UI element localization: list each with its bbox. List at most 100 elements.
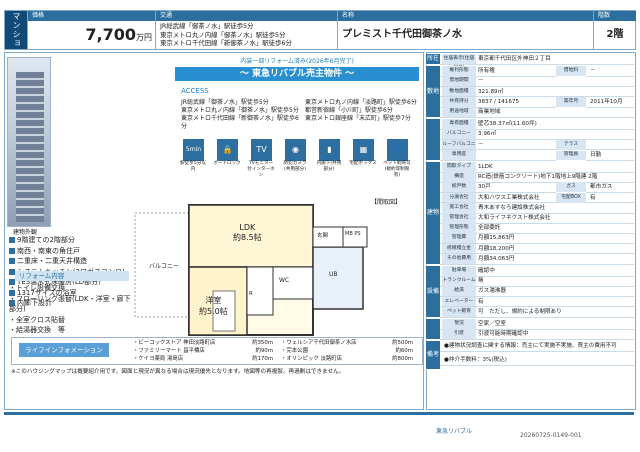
icon-walk: 5min 駅徒歩5分以内 xyxy=(180,139,207,173)
reform-item: ・全室クロス貼替 xyxy=(9,315,65,324)
detail-value: 1LDK xyxy=(478,164,493,170)
price-unit: 万円 xyxy=(136,33,152,42)
detail-extra-value: 都市ガス xyxy=(590,184,613,191)
detail-value: 引渡可能時期確認中 xyxy=(478,331,529,338)
detail-value: 確認中 xyxy=(478,268,495,274)
detail-group-label xyxy=(426,119,440,161)
transport-line: JR総武線「御茶ノ水」駅徒歩5分 xyxy=(160,22,254,30)
reform-title: リフォーム内容 xyxy=(15,271,129,281)
delivery-box-icon: ▦ xyxy=(353,139,374,161)
detail-value: 321.89㎡ xyxy=(478,88,504,95)
access-item: 都営新宿線「小川町」駅徒歩6分 xyxy=(305,107,393,114)
reform-list: ・トイレ設備交換 ・フローリング張替(LDK・洋室・廊下部分) ・全室クロス貼替… xyxy=(9,283,133,336)
summary-panel: 建物外観 内装一部リフォーム済み(2026年6月完了) ～ 東急リバブル売主物件… xyxy=(4,52,424,410)
walk-5min-icon: 5min xyxy=(183,139,204,161)
life-item: ・ウェルシア千代田御茶ノ水店 約500m xyxy=(281,340,413,346)
detail-value: ●建物状況調査に関する情報：売主にて実施不実施、買主の費用不可 xyxy=(444,343,617,350)
detail-value: 月額18,200円 xyxy=(478,245,515,252)
feature-item: 9階建ての2階部分 xyxy=(9,235,133,246)
detail-value: 所有権 xyxy=(478,68,495,75)
detail-value: 月額15,863円 xyxy=(478,235,515,242)
reform-item: ・フローリング張替(LDK・洋室・廊下部分) xyxy=(9,294,131,314)
plan-r: R xyxy=(249,291,253,297)
transport-line: 東京メトロ千代田線「新御茶ノ水」駅徒歩6分 xyxy=(160,39,292,48)
name-label: 名称 xyxy=(338,11,594,21)
detail-value: 3837 / 141675 xyxy=(478,98,520,105)
detail-extra-label: 借地料 xyxy=(556,66,586,78)
transport-line: 東京メトロ丸ノ内線「御茶ノ水」駅徒歩5分 xyxy=(160,30,286,39)
price-cell: 価格 7,700万円 xyxy=(27,11,156,49)
detail-group-label xyxy=(426,319,440,341)
plan-ldk: LDK 約8.5帖 xyxy=(233,223,262,242)
plan-ub: UB xyxy=(329,271,338,278)
footer-brand: 東急リバブル xyxy=(436,428,473,435)
icon-intercom: TV TVモニター付インターホン xyxy=(247,139,275,179)
detail-value: RC造(鉄筋コンクリート)地下1階地上9階建 2階 xyxy=(478,174,598,181)
reform-banner-note: 内装一部リフォーム済み(2026年6月完了) xyxy=(240,58,354,65)
detail-group-label: 設備 xyxy=(426,266,440,318)
life-item: ・オリンピック 淡路町店 約800m xyxy=(281,356,413,362)
life-item: ・ファミリーマート 昌平橋店 約90m xyxy=(133,348,273,354)
inner-corridor-icon: ▮ xyxy=(319,139,340,161)
detail-extra-value: － xyxy=(590,68,596,75)
detail-group-label: 建物 xyxy=(426,162,440,265)
transport-cell: 交通 JR総武線「御茶ノ水」駅徒歩5分 東京メトロ丸ノ内線「御茶ノ水」駅徒歩5分… xyxy=(155,11,338,49)
detail-extra-value: 有 xyxy=(590,194,596,201)
detail-extra-value: 2011年10月 xyxy=(590,98,623,105)
detail-value: 空家／空室 xyxy=(478,321,506,327)
detail-value: 壁芯38.37㎡(11.60坪) xyxy=(478,121,537,128)
pet-icon: 🐾 xyxy=(387,139,408,161)
icon-corridor: ▮ 内廊下(共用部分) xyxy=(317,139,343,173)
reform-item: ・トイレ設備交換 xyxy=(9,284,65,292)
property-name: プレミスト千代田御茶ノ水 xyxy=(342,29,462,40)
life-item: ・ビーコックストア 神田淡路町店 約350m xyxy=(133,340,273,346)
access-item: 東京メトロ千代田線「新御茶ノ水」駅徒歩6分 xyxy=(181,115,299,130)
reform-item: ・給湯器交換 等 xyxy=(9,326,65,334)
detail-extra-value: 日勤 xyxy=(590,151,602,158)
access-item: JR総武線「御茶ノ水」駅徒歩5分 xyxy=(181,99,269,106)
plan-wc: WC xyxy=(279,277,290,284)
detail-value: － xyxy=(478,141,484,148)
access-title: ACCESS xyxy=(181,87,209,95)
feature-item: 南西・南東の角住戸 xyxy=(9,246,133,257)
detail-value: 有 xyxy=(478,298,484,305)
disclaimer-note: ※このハウジングマップは概要紹介用です。図面と現況が異なる場合は現況優先となりま… xyxy=(11,369,345,375)
detail-group-label: 所在 xyxy=(426,54,440,66)
detail-extra-label: 築年月 xyxy=(556,96,586,108)
access-list-right: 東京メトロ丸ノ内線「淡路町」駅徒歩6分 都営新宿線「小川町」駅徒歩6分 東京メト… xyxy=(305,99,423,123)
access-item: 東京メトロ丸ノ内線「淡路町」駅徒歩6分 xyxy=(305,99,417,106)
plan-mbps: MB PS xyxy=(345,231,361,237)
floor-plan: 【間取図】 バルコニー LDK 約8.5帖 洋室 約5.0帖 R WC UB 玄関 … xyxy=(133,187,421,351)
price-value: 7,700 xyxy=(85,25,136,44)
detail-rows: 住居表示(住居記号)東京都千代田区外神田２丁目所在権利形態所有権借地期間－敷地面… xyxy=(426,52,634,408)
tv-intercom-icon: TV xyxy=(251,139,272,161)
detail-extra-label: 宅配BOX xyxy=(556,192,586,204)
document-code: 20260725-0149-001 xyxy=(520,432,582,439)
property-header: マンション 価格 7,700万円 交通 JR総武線「御茶ノ水」駅徒歩5分 東京メ… xyxy=(4,10,636,50)
footer-bar xyxy=(4,412,634,429)
detail-value: 可 ただし、規約による制限あり xyxy=(478,308,562,315)
icon-autolock: 🔒 オートロック xyxy=(213,139,241,167)
price-label: 価格 xyxy=(28,11,156,21)
life-item: ・完本公園 約60m xyxy=(281,348,413,354)
autolock-icon: 🔒 xyxy=(217,139,238,161)
category-label: マンション xyxy=(5,11,27,49)
detail-value: 月額34,063円 xyxy=(478,255,515,262)
plan-room: 洋室 約5.0帖 xyxy=(199,296,228,316)
life-list-right: ・ウェルシア千代田御茶ノ水店 約500m ・完本公園 約60m ・オリンピック 淡路… xyxy=(281,339,413,363)
floor-plan-tag: 【間取図】 xyxy=(371,199,402,206)
life-item: ・ケイヨ薬局 湯島店 約170m xyxy=(133,356,273,362)
detail-value: 東京都千代田区外神田２丁目 xyxy=(478,56,551,62)
building-photo xyxy=(7,57,51,227)
life-info-title: ライフインフォメーション xyxy=(19,343,109,357)
detail-value: 大和ライフネクスト株式会社 xyxy=(478,215,551,221)
access-list-left: JR総武線「御茶ノ水」駅徒歩5分 東京メトロ丸ノ内線「御茶ノ水」駅徒歩5分 東京… xyxy=(181,99,303,131)
detail-value: ●仲介手数料：3%(税込) xyxy=(444,357,507,364)
security-camera-icon: ◉ xyxy=(285,139,306,161)
detail-extra-label: テラス xyxy=(556,139,586,151)
floor-value: 2階 xyxy=(606,29,624,40)
icon-pet: 🐾 ペット飼育可(規約等制限有) xyxy=(383,139,411,179)
detail-value: 無 xyxy=(478,278,484,285)
detail-value: 大和ハウス工業株式会社 xyxy=(478,194,540,201)
detail-group-label: 備考 xyxy=(426,341,440,371)
